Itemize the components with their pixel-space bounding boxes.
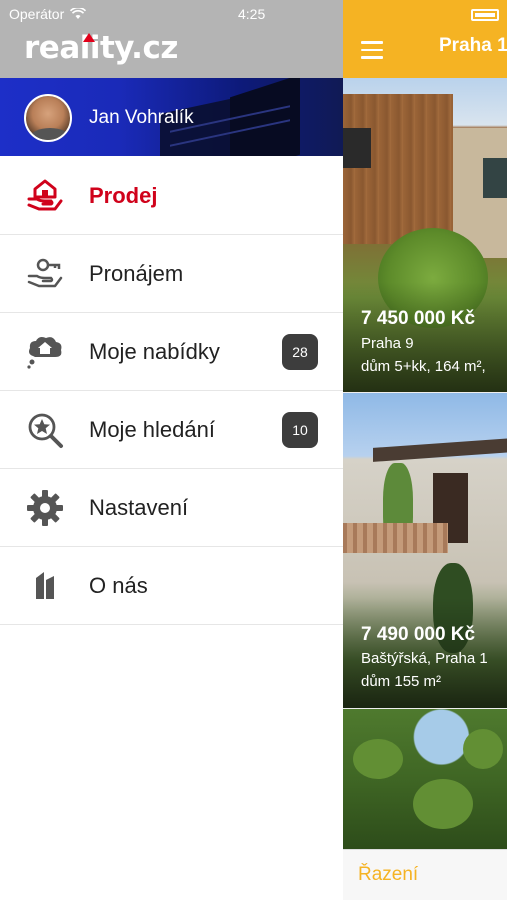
- battery-icon: [471, 9, 499, 21]
- photo-detail: [343, 523, 448, 553]
- count-badge: 10: [282, 412, 318, 448]
- main-content: Praha 1 7 450 000 Kč Praha 9 dům 5+kk, 1…: [343, 0, 507, 900]
- listing-location: Baštýřská, Praha 1: [361, 650, 488, 667]
- count-badge: 28: [282, 334, 318, 370]
- menu-label: Moje nabídky: [89, 339, 220, 364]
- photo-detail: [343, 94, 453, 244]
- user-name: Jan Vohralík: [89, 107, 194, 128]
- avatar: [24, 94, 72, 142]
- listing-description: dům 155 m²: [361, 673, 442, 690]
- drawer-header: Operátor 4:25 reality.cz: [0, 0, 343, 78]
- hamburger-menu-icon[interactable]: [361, 41, 383, 59]
- user-profile[interactable]: Jan Vohralík: [0, 78, 343, 156]
- photo-detail: [413, 779, 473, 829]
- listing-description: dům 5+kk, 164 m²,: [361, 358, 486, 375]
- building-icon: [36, 572, 54, 599]
- menu-item-prodej[interactable]: Prodej: [0, 157, 343, 235]
- status-time: 4:25: [238, 6, 266, 22]
- status-carrier: Operátor: [9, 6, 87, 22]
- listing-location: Praha 9: [361, 335, 414, 352]
- carrier-label: Operátor: [9, 6, 65, 22]
- logo-roof-icon: [83, 33, 95, 42]
- menu-item-pronajem[interactable]: Pronájem: [0, 235, 343, 313]
- listing-price: 7 490 000 Kč: [361, 624, 476, 645]
- drawer-menu: Prodej Pronájem Moje nabídky 28 Moje hle…: [0, 157, 343, 625]
- menu-label: O nás: [89, 573, 148, 598]
- gear-icon: [27, 490, 63, 526]
- star-magnifier-icon: [28, 413, 63, 448]
- house-thought-cloud-icon: [27, 337, 62, 369]
- menu-item-moje-nabidky[interactable]: Moje nabídky 28: [0, 313, 343, 391]
- photo-detail: [353, 739, 403, 779]
- photo-detail: [463, 729, 503, 769]
- photo-detail: [483, 158, 507, 198]
- sort-button[interactable]: Řazení: [358, 864, 418, 886]
- menu-label: Prodej: [89, 183, 158, 208]
- listing-card[interactable]: 7 450 000 Kč Praha 9 dům 5+kk, 164 m²,: [343, 78, 507, 392]
- wifi-icon: [70, 8, 87, 19]
- menu-label: Pronájem: [89, 261, 184, 286]
- key-in-hand-icon: [27, 258, 63, 288]
- main-header: Praha 1: [343, 0, 507, 78]
- listing-price: 7 450 000 Kč: [361, 308, 476, 329]
- listing-card[interactable]: 7 490 000 Kč Baštýřská, Praha 1 dům 155 …: [343, 393, 507, 708]
- menu-item-moje-hledani[interactable]: Moje hledání 10: [0, 391, 343, 469]
- listing-card[interactable]: [343, 709, 507, 849]
- menu-label: Nastavení: [89, 495, 189, 520]
- menu-item-o-nas[interactable]: O nás: [0, 547, 343, 625]
- menu-label: Moje hledání: [89, 417, 215, 442]
- main-footer: Řazení: [343, 849, 507, 900]
- house-in-hand-icon: [27, 179, 63, 211]
- main-title: Praha 1: [439, 35, 507, 56]
- reality-logo: reality.cz: [24, 30, 178, 66]
- navigation-drawer: Operátor 4:25 reality.cz Jan Vohralík Pr…: [0, 0, 343, 900]
- menu-item-nastaveni[interactable]: Nastavení: [0, 469, 343, 547]
- photo-detail: [343, 128, 371, 168]
